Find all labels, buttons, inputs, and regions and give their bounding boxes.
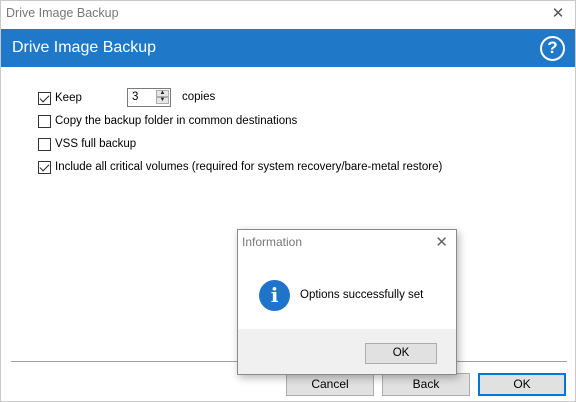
information-dialog: Information ✕ i Options successfully set…: [237, 229, 457, 375]
copies-stepper[interactable]: 3 ▲ ▼: [127, 88, 171, 107]
vss-full-backup-checkbox[interactable]: [38, 137, 51, 151]
keep-label: Keep: [55, 92, 82, 104]
dialog-title: Information: [242, 235, 303, 249]
copy-backup-folder-label: Copy the backup folder in common destina…: [55, 115, 298, 127]
vss-full-backup-label: VSS full backup: [55, 138, 137, 150]
main-window: Drive Image Backup ✕ Drive Image Backup …: [0, 0, 576, 402]
vss-full-backup-option[interactable]: VSS full backup: [38, 136, 136, 152]
copies-value[interactable]: 3: [132, 91, 138, 103]
header-banner: Drive Image Backup ?: [1, 29, 575, 67]
dialog-close-icon[interactable]: ✕: [435, 233, 448, 251]
stepper-up-icon[interactable]: ▲: [156, 90, 169, 97]
include-critical-volumes-option[interactable]: Include all critical volumes (required f…: [38, 159, 442, 175]
copy-backup-folder-checkbox[interactable]: [38, 114, 51, 128]
stepper-down-icon[interactable]: ▼: [156, 97, 169, 104]
include-critical-volumes-label: Include all critical volumes (required f…: [55, 161, 443, 173]
stepper-arrows: ▲ ▼: [156, 90, 169, 105]
help-icon[interactable]: ?: [540, 36, 565, 61]
copies-label: copies: [182, 91, 216, 103]
keep-option[interactable]: Keep: [38, 90, 82, 106]
dialog-message: Options successfully set: [300, 289, 424, 301]
dialog-footer: OK: [238, 329, 456, 374]
dialog-ok-button[interactable]: OK: [365, 343, 437, 364]
cancel-button[interactable]: Cancel: [286, 373, 374, 396]
ok-button[interactable]: OK: [478, 373, 566, 396]
back-button[interactable]: Back: [382, 373, 470, 396]
title-bar: Drive Image Backup ✕: [1, 1, 575, 27]
info-icon: i: [259, 280, 290, 311]
copy-backup-folder-option[interactable]: Copy the backup folder in common destina…: [38, 113, 297, 129]
close-icon[interactable]: ✕: [547, 4, 569, 24]
include-critical-volumes-checkbox[interactable]: [38, 160, 51, 174]
window-title: Drive Image Backup: [6, 6, 119, 20]
keep-checkbox[interactable]: [38, 91, 51, 105]
page-title: Drive Image Backup: [12, 39, 157, 56]
